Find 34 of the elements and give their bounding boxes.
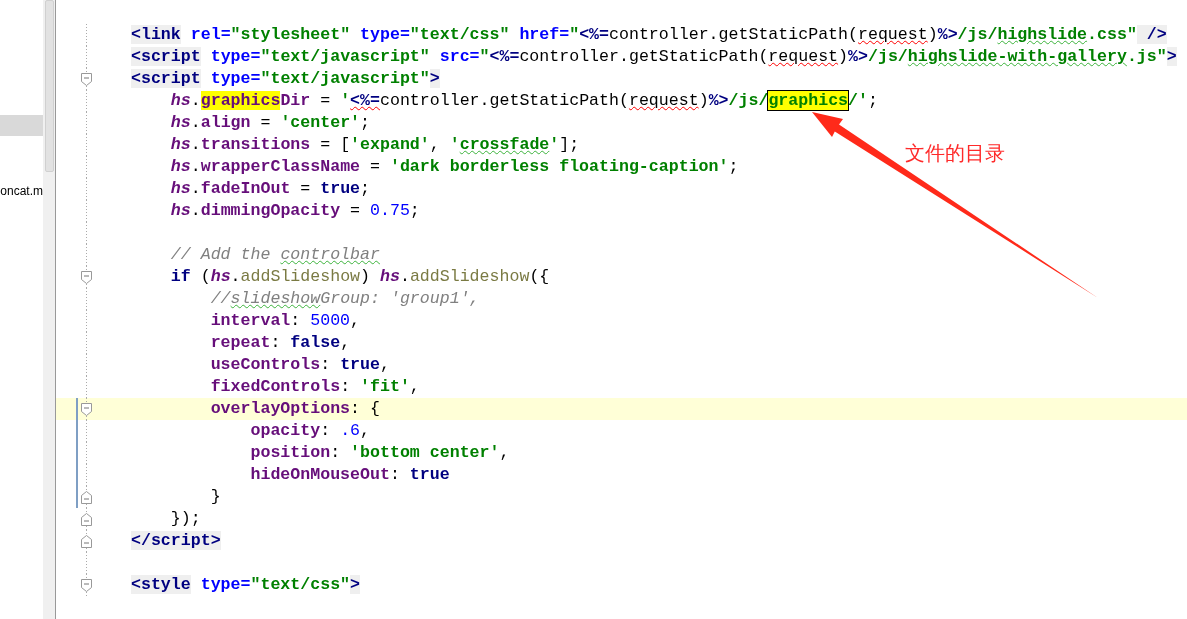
code-line: hs.transitions = ['expand', 'crossfade']; [169,134,580,156]
scrollbar-thumb[interactable] [45,0,54,172]
code-line: position: 'bottom center', [249,442,510,464]
code-line: fixedControls: 'fit', [209,376,420,398]
fold-icon[interactable] [81,491,92,504]
fold-icon[interactable] [81,535,92,548]
code-line: hs.fadeInOut = true; [169,178,371,200]
code-line: repeat: false, [209,332,351,354]
code-line: <script type="text/javascript"> [131,68,440,90]
code-line: hs.dimmingOpacity = 0.75; [169,200,420,222]
code-line: <script type="text/javascript" src="<%=controller.getStaticPath(request)%>/js/highslide-with-gallery.js"> [131,46,1177,68]
code-line: hs.graphicsDir = '<%=controller.getStaticPath(request)%>/js/graphics/'; [169,90,878,112]
fold-icon[interactable] [81,579,92,592]
code-line: interval: 5000, [209,310,361,332]
code-line: // Add the controlbar [169,244,380,266]
fold-icon[interactable] [81,403,92,416]
code-line: <link rel="stylesheet" type="text/css" href="<%=controller.getStaticPath(request)%>/js/highslide.css" /> [131,24,1167,46]
code-line: hs.align = 'center'; [169,112,371,134]
code-line: opacity: .6, [249,420,370,442]
code-line: }); [169,508,201,530]
code-line: useControls: true, [209,354,390,376]
code-line: //slideshowGroup: 'group1', [209,288,480,310]
sidebar-item[interactable]: oncat.m [0,180,43,201]
code-line: <style type="text/css"> [131,574,361,596]
code-line: hs.wrapperClassName = 'dark borderless floating-caption'; [169,156,739,178]
annotation-text: 文件的目录 [905,140,1005,167]
fold-icon[interactable] [81,271,92,284]
fold-icon[interactable] [81,513,92,526]
code-line: } [209,486,221,508]
code-line: overlayOptions: { [209,398,380,420]
code-line: if (hs.addSlideshow) hs.addSlideshow({ [169,266,550,288]
code-line: hideOnMouseOut: true [249,464,450,486]
scrollbar[interactable] [43,0,56,619]
fold-icon[interactable] [81,73,92,86]
